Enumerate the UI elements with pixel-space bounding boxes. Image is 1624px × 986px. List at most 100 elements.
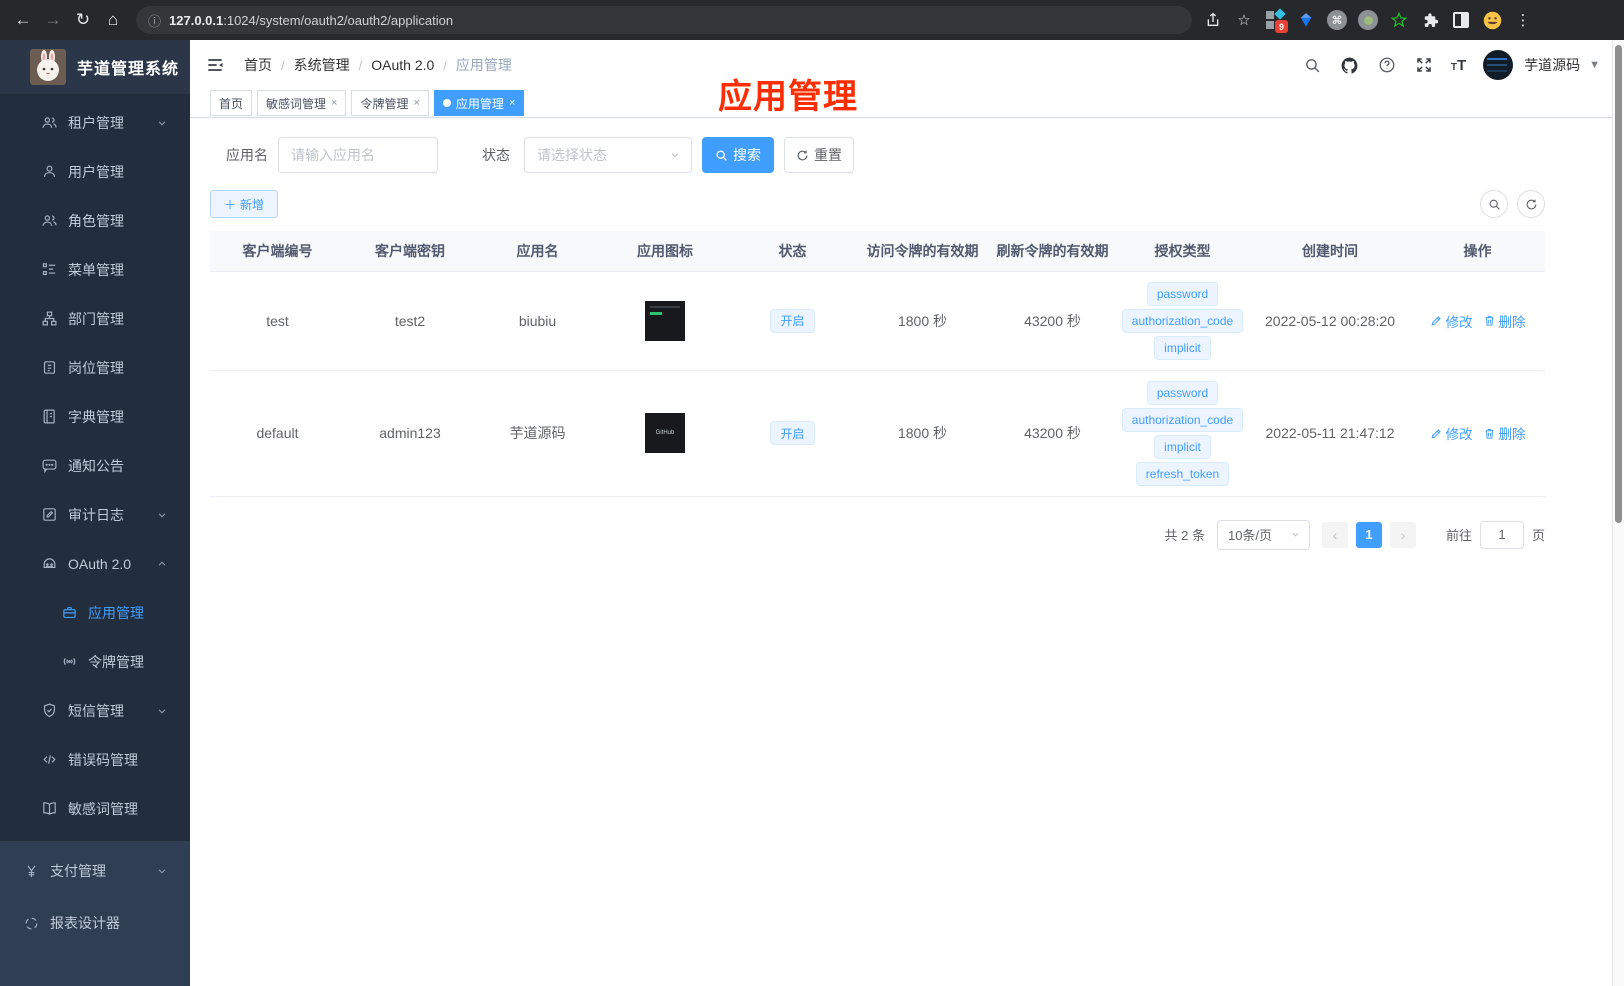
edit-button[interactable]: 修改: [1430, 423, 1473, 443]
sidebar-item-0-users[interactable]: 租户管理: [0, 98, 190, 147]
page-scrollbar[interactable]: [1612, 40, 1624, 986]
collapse-sidebar-icon[interactable]: [205, 54, 227, 76]
status-select-placeholder: 请选择状态: [537, 147, 607, 163]
search-icon[interactable]: [1303, 55, 1323, 75]
close-icon[interactable]: ×: [413, 97, 419, 109]
home-icon[interactable]: ⌂: [98, 10, 128, 30]
cell-grant-types: password authorization_code implicit: [1115, 271, 1250, 371]
search-button[interactable]: 搜索: [702, 137, 774, 173]
breadcrumb-item-2[interactable]: OAuth 2.0: [371, 57, 434, 73]
sidebar-item-2-users[interactable]: 角色管理: [0, 196, 190, 245]
tab-1[interactable]: 敏感词管理 ×: [257, 90, 347, 116]
cell-client-secret: admin123: [345, 370, 475, 497]
sidebar-item-0-yen[interactable]: 支付管理: [0, 845, 190, 897]
github-icon[interactable]: [1340, 55, 1360, 75]
users-icon: [40, 212, 58, 230]
token-icon: [60, 653, 78, 671]
status-badge: 开启: [770, 308, 815, 333]
tab-3[interactable]: 应用管理 ×: [433, 90, 525, 116]
cell-actions: 修改 删除: [1410, 370, 1545, 497]
table-header-9: 操作: [1410, 231, 1545, 272]
chevron-down-icon: [156, 117, 168, 129]
sidebar-item-8-log[interactable]: 审计日志: [0, 490, 190, 539]
goto-page-input[interactable]: [1479, 520, 1524, 549]
fullscreen-icon[interactable]: [1414, 55, 1434, 75]
close-icon[interactable]: ×: [509, 97, 515, 109]
user-avatar[interactable]: [1483, 50, 1514, 80]
info-icon[interactable]: ⓘ: [148, 11, 161, 30]
app-name-input[interactable]: [278, 137, 438, 173]
sidebar-item-11-token[interactable]: 令牌管理: [0, 637, 190, 686]
font-size-icon[interactable]: TT: [1451, 57, 1466, 74]
tab-2[interactable]: 令牌管理 ×: [351, 90, 429, 116]
extension-grid-icon[interactable]: 9: [1264, 8, 1288, 33]
sidebar-item-5-badge[interactable]: 岗位管理: [0, 343, 190, 392]
sidebar-item-7-msg[interactable]: 通知公告: [0, 441, 190, 490]
sidebar-item-1-chart[interactable]: 报表设计器: [0, 897, 190, 949]
delete-button[interactable]: 删除: [1483, 311, 1526, 331]
sidebar-item-3-tree[interactable]: 菜单管理: [0, 245, 190, 294]
cell-client-id: default: [210, 370, 345, 497]
yen-icon: [22, 862, 40, 880]
sidebar-item-label: 菜单管理: [68, 261, 124, 278]
bookmark-star-icon[interactable]: ☆: [1233, 9, 1255, 31]
reload-icon[interactable]: ↻: [68, 10, 98, 30]
reset-button[interactable]: 重置: [784, 137, 854, 173]
table-header-0: 客户端编号: [210, 231, 345, 272]
status-select[interactable]: 请选择状态: [524, 137, 692, 173]
chevron-down-icon: [156, 865, 168, 877]
goto-label: 前往: [1445, 528, 1472, 543]
sidebar-item-10-case[interactable]: 应用管理: [0, 588, 190, 637]
scrollbar-thumb[interactable]: [1615, 45, 1622, 523]
username[interactable]: 芋道源码: [1524, 55, 1580, 75]
sidebar-item-4-org[interactable]: 部门管理: [0, 294, 190, 343]
sidebar-item-13-code[interactable]: 错误码管理: [0, 735, 190, 784]
help-icon[interactable]: [1377, 55, 1397, 75]
top-navbar: 首页 / 系统管理 / OAuth 2.0 / 应用管理 TT 芋道源码 ▼: [190, 40, 1624, 90]
table-header-8: 创建时间: [1250, 231, 1410, 272]
sidebar-item-12-shield[interactable]: 短信管理: [0, 686, 190, 735]
sidebar-item-9-robot[interactable]: OAuth 2.0: [0, 539, 190, 588]
puzzle-icon[interactable]: [1419, 9, 1441, 31]
tab-0[interactable]: 首页: [210, 90, 253, 116]
split-window-icon[interactable]: [1450, 9, 1472, 31]
table-search-icon[interactable]: [1480, 190, 1508, 218]
emoji-avatar[interactable]: [1481, 9, 1503, 31]
sidebar-item-1-user[interactable]: 用户管理: [0, 147, 190, 196]
sidebar-item-14-book[interactable]: 敏感词管理: [0, 784, 190, 833]
table-refresh-icon[interactable]: [1517, 190, 1545, 218]
prev-page-button[interactable]: ‹: [1321, 521, 1348, 548]
sidebar-item-label: 令牌管理: [88, 653, 144, 670]
command-circle-icon[interactable]: ⌘: [1326, 9, 1348, 31]
sidebar-submenu: 租户管理 用户管理 角色管理菜单管理部门管理 岗位管理 字典管理 通知公告 审计日志 OAut…: [0, 94, 190, 841]
url-bar[interactable]: ⓘ 127.0.0.1:1024/system/oauth2/oauth2/ap…: [136, 6, 1192, 34]
browser-chrome: ← → ↻ ⌂ ⓘ 127.0.0.1:1024/system/oauth2/o…: [0, 0, 1624, 40]
forward-arrow-icon[interactable]: →: [38, 10, 68, 30]
sidebar-item-label: 敏感词管理: [68, 800, 138, 817]
menu-dots-icon[interactable]: ⋮: [1512, 9, 1534, 31]
share-icon[interactable]: [1202, 9, 1224, 31]
page-size-select[interactable]: 10条/页: [1216, 519, 1310, 550]
record-circle-icon[interactable]: [1357, 9, 1379, 31]
green-star-icon[interactable]: [1388, 9, 1410, 31]
page-number-1[interactable]: 1: [1355, 521, 1382, 548]
back-arrow-icon[interactable]: ←: [8, 10, 38, 30]
grant-type-tag: refresh_token: [1135, 461, 1230, 486]
pagination: 共 2 条 10条/页 ‹ 1 › 前往 页: [210, 519, 1545, 550]
chevron-down-icon[interactable]: ▼: [1589, 59, 1600, 71]
cell-access-validity: 1800 秒: [855, 370, 990, 497]
delete-button[interactable]: 删除: [1483, 423, 1526, 443]
url-host: 127.0.0.1: [169, 12, 224, 28]
trash-icon: [1483, 314, 1496, 327]
close-icon[interactable]: ×: [331, 97, 337, 109]
edit-button[interactable]: 修改: [1430, 311, 1473, 331]
add-button-label: 新增: [240, 197, 265, 212]
next-page-button[interactable]: ›: [1389, 521, 1416, 548]
breadcrumb-item-0[interactable]: 首页: [244, 55, 272, 75]
sidebar-item-label: 错误码管理: [68, 751, 138, 768]
sidebar-item-label: 短信管理: [68, 702, 124, 719]
add-button[interactable]: ＋ 新增: [210, 190, 279, 218]
sidebar-item-6-dict[interactable]: 字典管理: [0, 392, 190, 441]
gem-icon[interactable]: [1295, 9, 1317, 31]
breadcrumb-item-1[interactable]: 系统管理: [294, 55, 350, 75]
